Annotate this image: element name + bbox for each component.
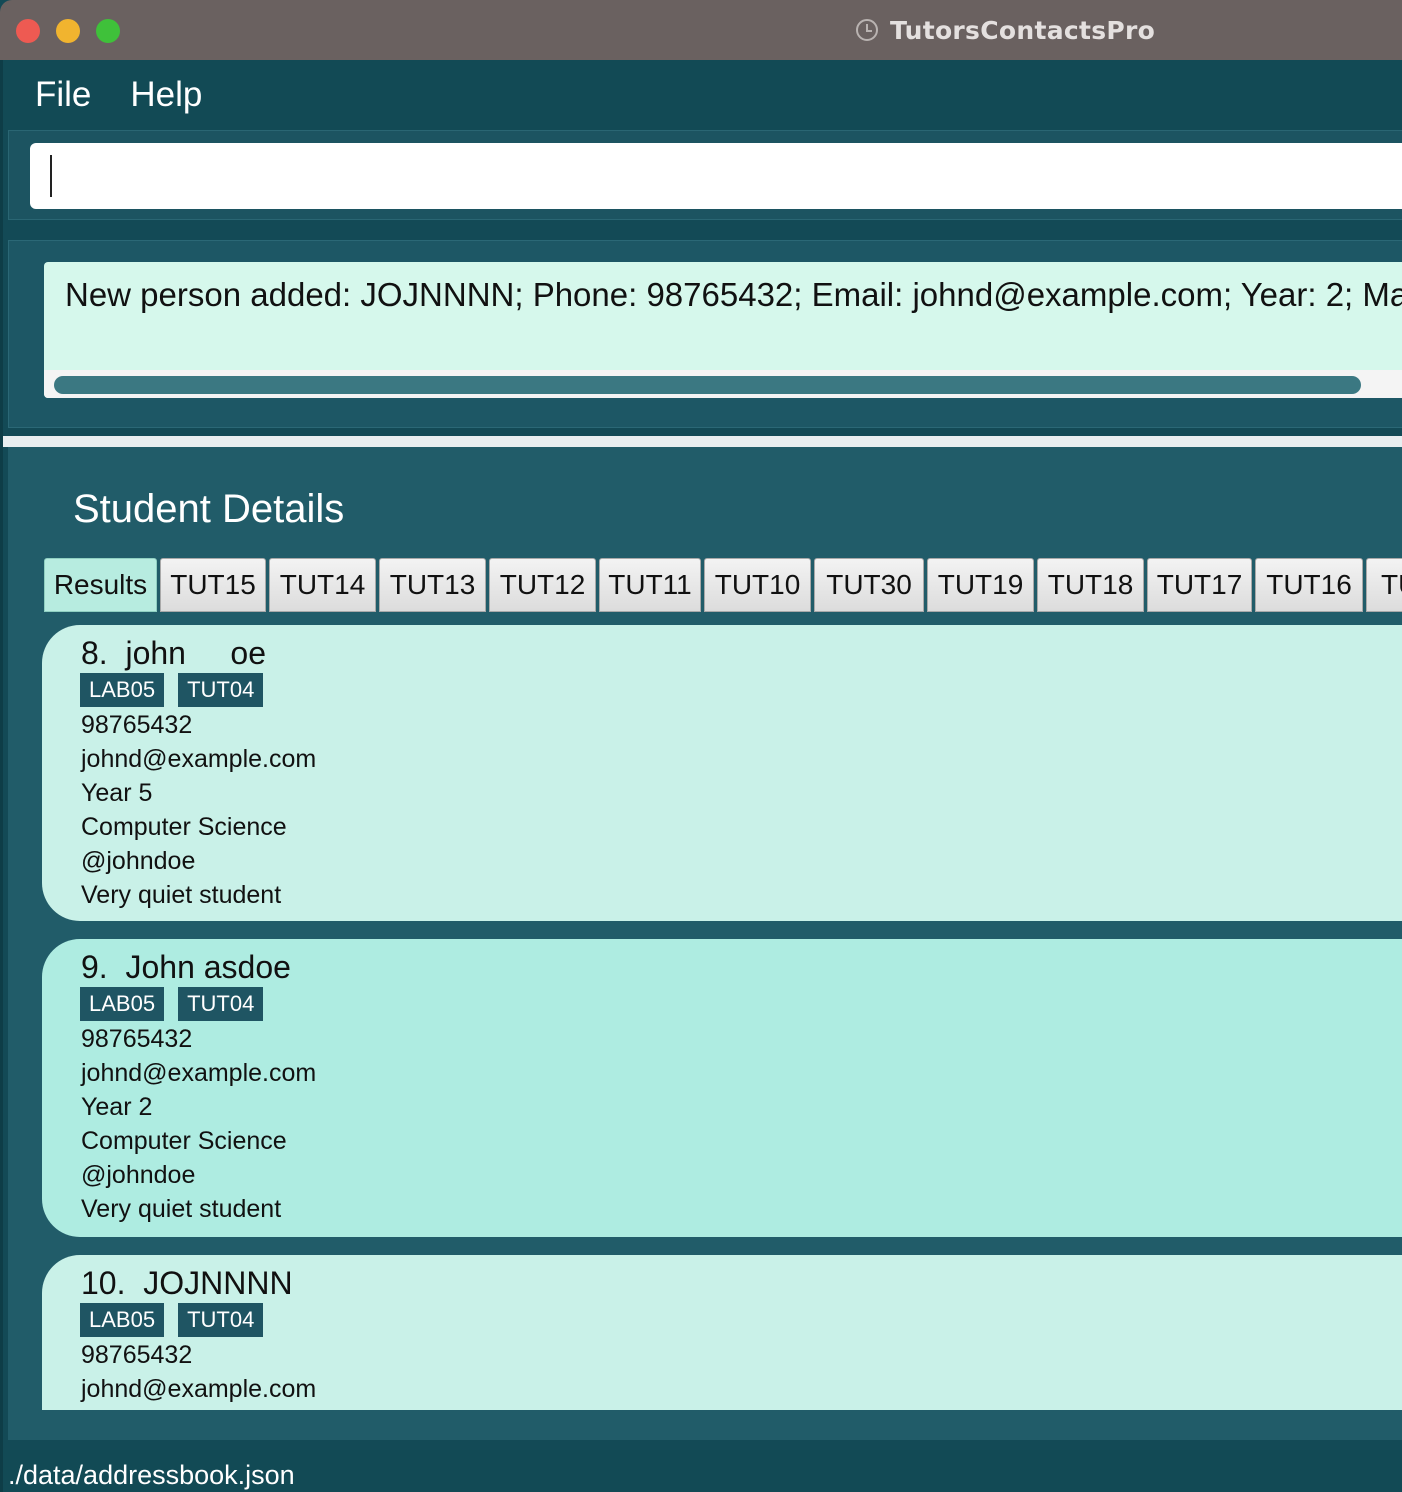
student-phone: 98765432 <box>81 711 193 739</box>
tab-tut30[interactable]: TUT30 <box>814 558 924 612</box>
tag-badge: LAB05 <box>80 673 165 707</box>
tab-tut17[interactable]: TUT17 <box>1147 558 1252 612</box>
status-bar: ./data/addressbook.json <box>0 1450 1402 1492</box>
data-file-path: ./data/addressbook.json <box>8 1460 295 1490</box>
student-year: Year 2 <box>81 1093 153 1121</box>
student-phone: 98765432 <box>81 1341 193 1369</box>
student-name: 9. John asdoe <box>81 949 291 985</box>
tag-badge: TUT04 <box>178 1303 264 1337</box>
tab-tut10[interactable]: TUT10 <box>704 558 811 612</box>
tab-tut13[interactable]: TUT13 <box>379 558 486 612</box>
student-card[interactable]: 8. john oe LAB05 TUT04 98765432 johnd@ex… <box>42 625 1402 921</box>
student-email: johnd@example.com <box>81 745 317 773</box>
clock-icon <box>856 19 878 41</box>
student-remark: Very quiet student <box>81 881 282 909</box>
tag-badge: LAB05 <box>80 987 165 1021</box>
tab-results[interactable]: Results <box>44 558 157 612</box>
student-email: johnd@example.com <box>81 1375 317 1403</box>
student-tags: LAB05 TUT04 <box>80 673 264 707</box>
window-edge <box>0 60 3 1492</box>
menu-file[interactable]: File <box>35 75 91 115</box>
student-card[interactable]: 9. John asdoe LAB05 TUT04 98765432 johnd… <box>42 939 1402 1237</box>
student-name: 10. JOJNNNN <box>81 1265 293 1301</box>
student-name: 8. john oe <box>81 635 267 671</box>
command-input[interactable] <box>30 143 1402 209</box>
tab-tut18[interactable]: TUT18 <box>1037 558 1144 612</box>
student-telegram: @johndoe <box>81 847 196 875</box>
student-remark: Very quiet student <box>81 1195 282 1223</box>
text-caret <box>50 155 52 197</box>
tab-tut19[interactable]: TUT19 <box>927 558 1034 612</box>
tab-tut12[interactable]: TUT12 <box>489 558 596 612</box>
student-telegram: @johndoe <box>81 1161 196 1189</box>
student-card[interactable]: 10. JOJNNNN LAB05 TUT04 98765432 johnd@e… <box>42 1255 1402 1410</box>
student-major: Computer Science <box>81 813 287 841</box>
student-major: Computer Science <box>81 1127 287 1155</box>
minimize-window-button[interactable] <box>56 19 80 43</box>
app-window: TutorsContactsPro File Help New person a… <box>0 0 1402 1492</box>
maximize-window-button[interactable] <box>96 19 120 43</box>
student-year: Year 5 <box>81 779 153 807</box>
result-scrollbar[interactable] <box>44 370 1402 398</box>
student-details-title: Student Details <box>73 487 345 531</box>
tab-bar: Results TUT15 TUT14 TUT13 TUT12 TUT11 TU… <box>44 558 1402 612</box>
student-tags: LAB05 TUT04 <box>80 1303 264 1337</box>
tab-partial[interactable]: TU <box>1366 558 1402 612</box>
menu-help[interactable]: Help <box>130 75 202 115</box>
student-phone: 98765432 <box>81 1025 193 1053</box>
tag-badge: TUT04 <box>178 673 264 707</box>
result-display[interactable]: New person added: JOJNNNN; Phone: 987654… <box>44 262 1402 398</box>
tab-tut16[interactable]: TUT16 <box>1255 558 1363 612</box>
close-window-button[interactable] <box>16 19 40 43</box>
window-title-group: TutorsContactsPro <box>856 14 1155 46</box>
tab-tut11[interactable]: TUT11 <box>599 558 701 612</box>
tab-tut15[interactable]: TUT15 <box>160 558 266 612</box>
split-divider[interactable] <box>0 436 1402 447</box>
student-email: johnd@example.com <box>81 1059 317 1087</box>
result-message: New person added: JOJNNNN; Phone: 987654… <box>65 276 1402 313</box>
tab-tut14[interactable]: TUT14 <box>269 558 376 612</box>
tag-badge: LAB05 <box>80 1303 165 1337</box>
tag-badge: TUT04 <box>178 987 264 1021</box>
title-bar[interactable]: TutorsContactsPro <box>0 0 1402 60</box>
student-tags: LAB05 TUT04 <box>80 987 264 1021</box>
menu-bar: File Help <box>0 60 1402 130</box>
window-title: TutorsContactsPro <box>890 15 1156 45</box>
result-scrollbar-thumb[interactable] <box>54 376 1361 394</box>
